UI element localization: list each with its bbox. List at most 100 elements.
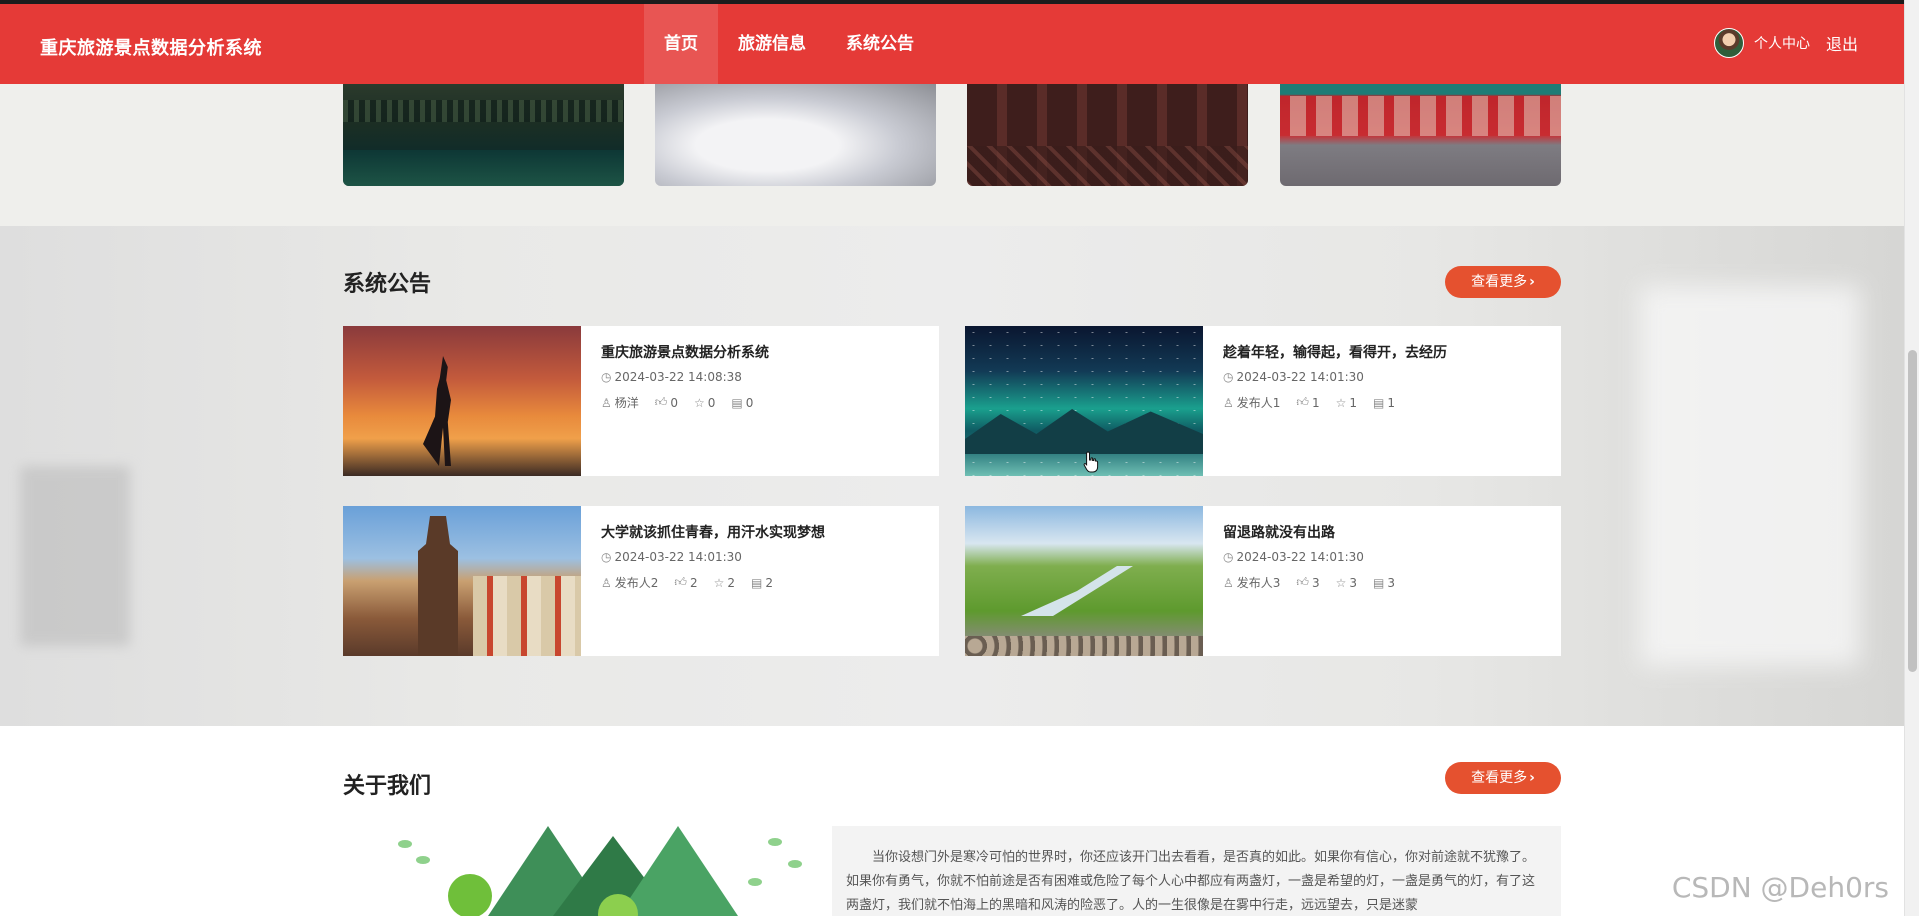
page-scrollbar[interactable] (1904, 0, 1919, 916)
notice-image[interactable] (343, 326, 581, 476)
background-decor (1640, 286, 1860, 666)
logout-link[interactable]: 退出 (1826, 31, 1858, 55)
about-more-button[interactable]: 查看更多 › (1445, 762, 1561, 794)
gallery-thumb[interactable] (1280, 84, 1561, 186)
author-meta: ♙ 发布人3 (1223, 574, 1280, 591)
notice-meta: ♙ 发布人2 👍︎ 2 ☆ 2 ▤ 2 (601, 574, 929, 591)
favorite-meta[interactable]: ☆ 3 (1336, 576, 1357, 590)
gallery-thumb[interactable] (343, 84, 624, 186)
main-nav: 首页 旅游信息 系统公告 (644, 4, 934, 84)
about-text: 当你设想门外是寒冷可怕的世界时，你还应该开门出去看看，是否真的如此。如果你有信心… (832, 826, 1561, 916)
scrollbar-thumb[interactable] (1908, 350, 1917, 672)
notice-section: 系统公告 查看更多 › 重庆旅游景点数据分析系统 ◷ 2024-03-22 14:0… (0, 226, 1904, 726)
like-count: 0 (670, 395, 678, 410)
notice-image[interactable] (343, 506, 581, 656)
leaf-shape (398, 840, 412, 848)
notice-author: 杨洋 (614, 396, 639, 410)
comment-icon: ▤ (1373, 395, 1385, 410)
mountain-shape (965, 409, 1203, 454)
comment-count: 2 (765, 575, 773, 590)
favorite-meta[interactable]: ☆ 0 (694, 396, 715, 410)
gallery-thumb[interactable] (967, 84, 1248, 186)
more-label: 查看更多 (1471, 274, 1528, 290)
avatar[interactable] (1713, 28, 1744, 58)
notice-meta: ♙ 发布人1 👍︎ 1 ☆ 1 ▤ 1 (1223, 394, 1551, 411)
chevron-right-icon: › (1529, 274, 1535, 290)
about-section-title: 关于我们 (343, 774, 432, 799)
clock-icon: ◷ (601, 370, 612, 384)
notice-card[interactable]: 重庆旅游景点数据分析系统 ◷ 2024-03-22 14:08:38 ♙ 杨洋 👍︎… (343, 326, 939, 476)
clock-icon: ◷ (601, 550, 612, 564)
nav-home[interactable]: 首页 (644, 4, 718, 84)
comment-count: 3 (1387, 575, 1395, 590)
notice-title[interactable]: 重庆旅游景点数据分析系统 (601, 342, 929, 362)
notice-more-button[interactable]: 查看更多 › (1445, 266, 1561, 298)
comment-count: 1 (1387, 395, 1395, 410)
notice-date: 2024-03-22 14:08:38 (614, 370, 742, 384)
bush-shape (448, 874, 492, 916)
watermark: CSDN @Deh0rs (1671, 871, 1889, 904)
star-icon: ☆ (693, 395, 705, 410)
comment-meta[interactable]: ▤ 0 (731, 396, 753, 410)
notice-card[interactable]: 大学就该抓住青春，用汗水实现梦想 ◷ 2024-03-22 14:01:30 ♙ 发… (343, 506, 939, 656)
gallery-thumb[interactable] (655, 84, 936, 186)
nav-system-notice[interactable]: 系统公告 (826, 4, 934, 84)
like-meta[interactable]: 👍︎ 2 (674, 575, 697, 590)
notice-card[interactable]: 留退路就没有出路 ◷ 2024-03-22 14:01:30 ♙ 发布人3 👍︎ 3 … (965, 506, 1561, 656)
notice-card-body: 重庆旅游景点数据分析系统 ◷ 2024-03-22 14:08:38 ♙ 杨洋 👍︎… (601, 342, 929, 411)
stones-shape (965, 636, 1203, 656)
site-brand[interactable]: 重庆旅游景点数据分析系统 (40, 34, 262, 60)
notice-image[interactable] (965, 506, 1203, 656)
notice-author: 发布人2 (614, 576, 659, 590)
notice-date-row: ◷ 2024-03-22 14:01:30 (1223, 550, 1551, 564)
notice-section-title: 系统公告 (343, 272, 432, 297)
star-icon: ☆ (713, 575, 725, 590)
hand-cursor-icon (1083, 451, 1099, 473)
background-decor (20, 466, 130, 646)
thumbs-up-icon: 👍︎ (654, 395, 668, 409)
comment-icon: ▤ (751, 575, 763, 590)
leaf-shape (788, 860, 802, 868)
notice-title[interactable]: 大学就该抓住青春，用汗水实现梦想 (601, 522, 929, 542)
comment-meta[interactable]: ▤ 3 (1373, 576, 1395, 590)
user-area: 个人中心 退出 (1713, 28, 1858, 58)
comment-meta[interactable]: ▤ 1 (1373, 396, 1395, 410)
notice-date: 2024-03-22 14:01:30 (1236, 370, 1364, 384)
nav-travel-info[interactable]: 旅游信息 (718, 4, 826, 84)
about-illustration (388, 826, 822, 916)
clock-icon: ◷ (1223, 550, 1234, 564)
silhouette-shape (423, 356, 451, 466)
notice-title[interactable]: 趁着年轻，输得起，看得开，去经历 (1223, 342, 1551, 362)
user-icon: ♙ (601, 575, 612, 590)
notice-card-body: 大学就该抓住青春，用汗水实现梦想 ◷ 2024-03-22 14:01:30 ♙ 发… (601, 522, 929, 591)
notice-date-row: ◷ 2024-03-22 14:01:30 (601, 550, 929, 564)
like-meta[interactable]: 👍︎ 3 (1296, 575, 1319, 590)
like-count: 1 (1311, 395, 1320, 410)
like-meta[interactable]: 👍︎ 1 (1296, 395, 1319, 410)
author-meta: ♙ 杨洋 (601, 394, 639, 411)
favorite-meta[interactable]: ☆ 1 (1336, 396, 1357, 410)
notice-date-row: ◷ 2024-03-22 14:08:38 (601, 370, 929, 384)
favorite-count: 1 (1349, 395, 1357, 410)
more-label: 查看更多 (1471, 770, 1528, 786)
leaf-shape (748, 878, 762, 886)
tower-shape (418, 516, 458, 656)
notice-meta: ♙ 杨洋 👍︎ 0 ☆ 0 ▤ 0 (601, 394, 929, 411)
comment-icon: ▤ (1373, 575, 1385, 590)
star-icon: ☆ (1335, 575, 1347, 590)
scenic-gallery (343, 84, 1561, 186)
leaf-shape (768, 838, 782, 846)
river-shape (1021, 566, 1133, 616)
about-section: 关于我们 查看更多 › 当你设想门外是寒冷可怕的世界时，你还应该开门出去看看，是否… (0, 726, 1904, 916)
like-meta[interactable]: 👍︎ 0 (655, 395, 678, 410)
user-center-link[interactable]: 个人中心 (1754, 33, 1810, 53)
notice-author: 发布人1 (1236, 396, 1281, 410)
notice-title[interactable]: 留退路就没有出路 (1223, 522, 1551, 542)
notice-card[interactable]: 趁着年轻，输得起，看得开，去经历 ◷ 2024-03-22 14:01:30 ♙ 发… (965, 326, 1561, 476)
notice-card-body: 留退路就没有出路 ◷ 2024-03-22 14:01:30 ♙ 发布人3 👍︎ 3 … (1223, 522, 1551, 591)
author-meta: ♙ 发布人1 (1223, 394, 1280, 411)
comment-meta[interactable]: ▤ 2 (751, 576, 773, 590)
thumbs-up-icon: 👍︎ (1296, 575, 1309, 589)
favorite-meta[interactable]: ☆ 2 (714, 576, 735, 590)
author-meta: ♙ 发布人2 (601, 574, 658, 591)
